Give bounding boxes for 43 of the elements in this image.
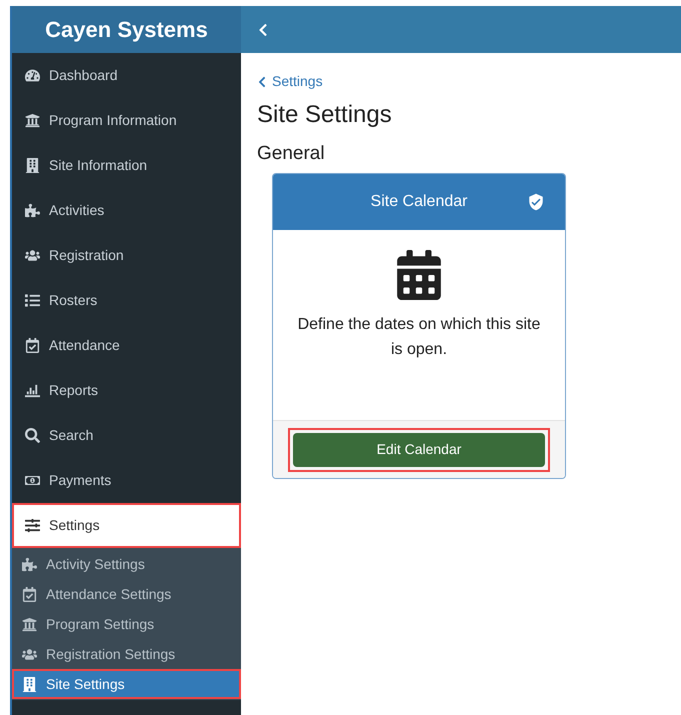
sidebar-item[interactable]: Registration: [12, 233, 241, 278]
card-description: Define the dates on which this site is open.: [296, 315, 542, 360]
sidebar-item[interactable]: Dashboard: [12, 53, 241, 98]
edit-calendar-button[interactable]: Edit Calendar: [293, 432, 545, 466]
money-icon: [25, 473, 40, 488]
submenu-item[interactable]: Program Settings: [12, 609, 241, 639]
puzzle-icon: [25, 203, 40, 218]
card-title: Site Calendar: [370, 192, 468, 212]
puzzle-icon: [22, 556, 37, 572]
sidebar-item[interactable]: Activities: [12, 188, 241, 233]
brand-header: Cayen Systems: [12, 6, 241, 53]
sidebar-item[interactable]: Program Information: [12, 98, 241, 143]
submenu-item[interactable]: Attendance Settings: [12, 579, 241, 609]
building-icon: [25, 158, 40, 173]
list-icon: [25, 293, 40, 308]
submenu-item[interactable]: Site Settings: [12, 669, 241, 699]
calendar-icon: [397, 250, 441, 300]
users-icon: [25, 248, 40, 263]
shield-check-icon: [527, 193, 545, 211]
sidebar-item[interactable]: Settings: [12, 503, 241, 548]
sidebar-item[interactable]: Attendance: [12, 323, 241, 368]
bank-icon: [25, 113, 40, 128]
calendar-check-icon: [22, 586, 37, 602]
building-icon: [22, 676, 37, 692]
collapse-sidebar-button[interactable]: [257, 22, 269, 36]
submenu-item[interactable]: Registration Settings: [12, 639, 241, 669]
calendar-check-icon: [25, 338, 40, 353]
dashboard-icon: [25, 68, 40, 83]
sidebar-item[interactable]: Site Information: [12, 143, 241, 188]
submenu-item[interactable]: Activity Settings: [12, 549, 241, 579]
sliders-icon: [25, 518, 40, 533]
bar-chart-icon: [25, 383, 40, 398]
search-icon: [25, 428, 40, 443]
sidebar-item[interactable]: Payments: [12, 458, 241, 503]
sidebar-item[interactable]: Rosters: [12, 278, 241, 323]
section-title: General: [257, 142, 326, 166]
sidebar-item[interactable]: Reports: [12, 368, 241, 413]
sidebar-item[interactable]: Search: [12, 413, 241, 458]
chevron-left-icon: [257, 76, 267, 88]
page-title: Site Settings: [257, 100, 393, 130]
bank-icon: [22, 616, 37, 632]
users-icon: [22, 646, 37, 662]
back-link[interactable]: Settings: [257, 71, 681, 92]
